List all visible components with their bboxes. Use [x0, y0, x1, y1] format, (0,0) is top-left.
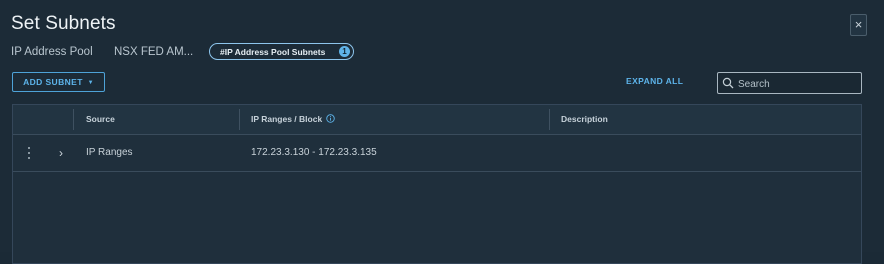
ip-address-pool-label: IP Address Pool [11, 46, 93, 58]
pill-count-badge: 1 [339, 46, 350, 57]
close-button[interactable]: × [850, 14, 867, 36]
add-subnet-button[interactable]: ADD SUBNET ▼ [12, 72, 105, 92]
subnets-grid: Source IP Ranges / Block Description › I… [12, 104, 862, 264]
column-separator [549, 109, 550, 130]
chevron-down-icon: ▼ [87, 80, 94, 86]
close-icon: × [854, 17, 863, 32]
kebab-icon[interactable] [27, 147, 31, 160]
info-icon[interactable] [326, 114, 335, 123]
dialog-title: Set Subnets [11, 13, 116, 34]
column-header-description[interactable]: Description [561, 105, 608, 134]
column-header-ip-ranges[interactable]: IP Ranges / Block [251, 105, 335, 134]
ip-address-pool-subnets-pill[interactable]: #IP Address Pool Subnets 1 [209, 43, 354, 60]
search-box[interactable] [717, 72, 862, 94]
pill-label: #IP Address Pool Subnets [220, 47, 326, 57]
expand-all-button[interactable]: EXPAND ALL [626, 76, 683, 86]
table-row[interactable]: › IP Ranges 172.23.3.130 - 172.23.3.135 [13, 135, 861, 172]
column-separator [73, 109, 74, 130]
cell-ip-ranges: 172.23.3.130 - 172.23.3.135 [251, 147, 377, 158]
column-header-ip-ranges-label: IP Ranges / Block [251, 114, 323, 124]
column-separator [239, 109, 240, 130]
set-subnets-dialog: Set Subnets × IP Address Pool NSX FED AM… [0, 0, 884, 264]
search-input[interactable] [736, 75, 860, 93]
cell-source: IP Ranges [86, 147, 133, 158]
grid-header: Source IP Ranges / Block Description [13, 105, 861, 135]
ip-address-pool-value: NSX FED AM... [114, 46, 194, 58]
column-header-source[interactable]: Source [86, 105, 115, 134]
add-subnet-label: ADD SUBNET [23, 77, 83, 87]
search-icon [722, 77, 734, 89]
chevron-right-icon[interactable]: › [55, 145, 67, 161]
